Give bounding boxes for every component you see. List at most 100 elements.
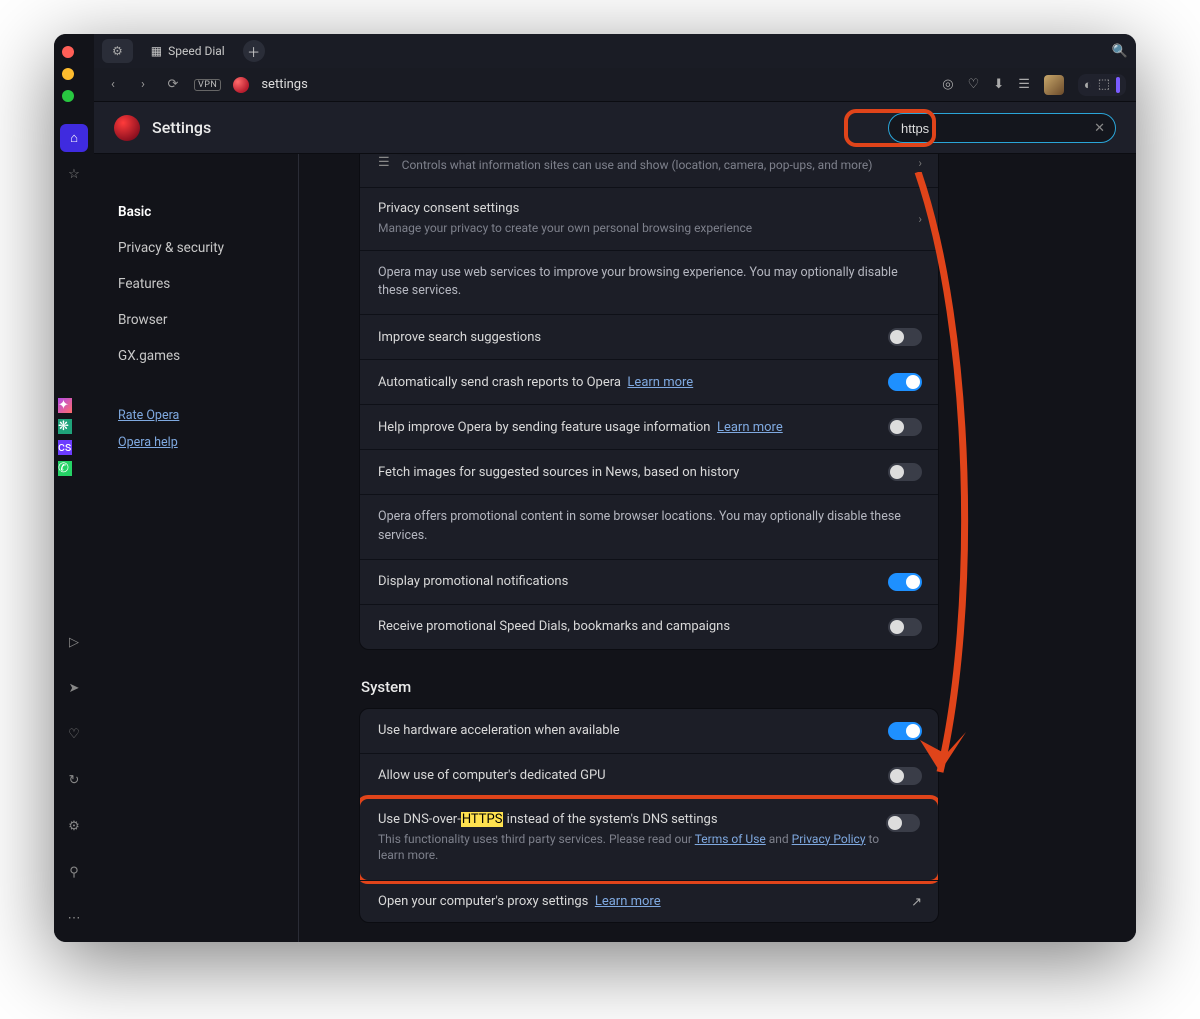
link-rate-opera[interactable]: Rate Opera — [118, 402, 298, 429]
sidebar-app-chatsonic[interactable]: cs — [58, 440, 72, 455]
toggle-promo-speed[interactable] — [888, 618, 922, 636]
tab-speed-dial[interactable]: ▦ Speed Dial — [141, 39, 235, 63]
cube-icon: ⬚ — [1098, 77, 1110, 92]
nav-gxgames[interactable]: GX.games — [118, 338, 298, 374]
clear-search-icon[interactable]: ✕ — [1094, 121, 1105, 136]
settings-nav: Basic Privacy & security Features Browse… — [94, 154, 299, 942]
privacy-policy-link[interactable]: Privacy Policy — [792, 832, 866, 846]
address-text[interactable]: settings — [261, 77, 307, 92]
row-site-settings-sub: Controls what information sites can use … — [402, 157, 873, 174]
snapshot-icon[interactable]: ◎ — [942, 77, 953, 92]
close-window-icon[interactable] — [62, 46, 74, 58]
row-improve-search: Improve search suggestions — [360, 314, 938, 359]
sidebar-app-whatsapp[interactable]: ✆ — [58, 461, 72, 476]
toggle-promo-notif[interactable] — [888, 573, 922, 591]
minimise-window-icon[interactable] — [62, 68, 74, 80]
browser-window: ⌂ ☆ ▷ ➤ ♡ ↻ ⚙ ⚲ ⋯ ⚙ ▦ Speed Dial ＋ 🔍 ‹ › — [54, 34, 1136, 942]
back-icon[interactable]: ‹ — [104, 77, 122, 92]
settings-content[interactable]: 2 results ☰ Controls what information si… — [299, 154, 1136, 942]
fullscreen-window-icon[interactable] — [62, 90, 74, 102]
row-promo-notif: Display promotional notifications — [360, 559, 938, 604]
profile-avatar[interactable] — [1044, 75, 1064, 95]
doh-sub: This functionality uses third party serv… — [378, 831, 886, 865]
fetch-images-label: Fetch images for suggested sources in Ne… — [378, 465, 888, 480]
system-panel: Use hardware acceleration when available… — [359, 708, 939, 924]
sidebar-toggle-icon — [1116, 77, 1120, 93]
gpu-label: Allow use of computer's dedicated GPU — [378, 768, 888, 783]
gear-icon: ⚙ — [112, 44, 123, 58]
sliders-icon: ☰ — [378, 155, 390, 174]
row-help-improve: Help improve Opera by sending feature us… — [360, 404, 938, 449]
row-promo-note: Opera offers promotional content in some… — [360, 494, 938, 559]
tab-settings[interactable]: ⚙ — [102, 39, 133, 63]
chevron-right-icon: › — [918, 212, 922, 226]
page-title: Settings — [152, 118, 211, 137]
privacy-panel: 2 results ☰ Controls what information si… — [359, 154, 939, 650]
more-icon[interactable]: ⋯ — [60, 904, 88, 932]
hint-icon[interactable]: ⚲ — [60, 858, 88, 886]
easy-setup-icon[interactable]: ☰ — [1018, 77, 1030, 92]
terms-of-use-link[interactable]: Terms of Use — [695, 832, 766, 846]
toggle-gpu[interactable] — [888, 767, 922, 785]
far-left-sidebar: ⌂ ☆ ▷ ➤ ♡ ↻ ⚙ ⚲ ⋯ — [54, 34, 94, 942]
services-note-text: Opera may use web services to improve yo… — [378, 264, 920, 302]
extensions-pill[interactable]: ◐ ⬚ — [1078, 74, 1126, 96]
settings-gear-icon[interactable]: ⚙ — [60, 812, 88, 840]
downloads-icon[interactable]: ⬇ — [993, 77, 1004, 92]
proxy-label: Open your computer's proxy settings Lear… — [378, 894, 920, 909]
row-fetch-images: Fetch images for suggested sources in Ne… — [360, 449, 938, 494]
vpn-badge[interactable]: VPN — [194, 79, 221, 91]
pinboard-icon[interactable]: ☆ — [60, 160, 88, 188]
window-traffic-lights[interactable] — [62, 46, 74, 102]
proxy-learn-more-link[interactable]: Learn more — [595, 894, 661, 909]
tab-bar: ⚙ ▦ Speed Dial ＋ 🔍 — [94, 34, 1136, 68]
nav-browser[interactable]: Browser — [118, 302, 298, 338]
promo-note-text: Opera offers promotional content in some… — [378, 508, 920, 546]
toggle-crash-reports[interactable] — [888, 373, 922, 391]
link-opera-help[interactable]: Opera help — [118, 429, 298, 456]
flow-icon[interactable]: ➤ — [60, 674, 88, 702]
sidebar-app-chatgpt[interactable]: ❋ — [58, 419, 72, 434]
opera-icon — [233, 77, 249, 93]
toggle-fetch-images[interactable] — [888, 463, 922, 481]
doh-highlight-text: HTTPS — [461, 812, 504, 827]
nav-features[interactable]: Features — [118, 266, 298, 302]
toggle-hw-accel[interactable] — [888, 722, 922, 740]
sidebar-app-aria[interactable]: ✦ — [58, 398, 72, 413]
row-proxy[interactable]: Open your computer's proxy settings Lear… — [360, 880, 938, 922]
row-promo-speed: Receive promotional Speed Dials, bookmar… — [360, 604, 938, 649]
heart-icon[interactable]: ♡ — [60, 720, 88, 748]
address-bar: ‹ › ⟳ VPN settings ◎ ♡ ⬇ ☰ ◐ ⬚ — [94, 68, 1136, 102]
row-doh: Use DNS-over-HTTPS instead of the system… — [360, 798, 938, 881]
nav-privacy[interactable]: Privacy & security — [118, 230, 298, 266]
row-site-settings[interactable]: ☰ Controls what information sites can us… — [360, 154, 938, 187]
heart-outline-icon[interactable]: ♡ — [968, 77, 980, 92]
reload-icon[interactable]: ⟳ — [164, 77, 182, 92]
forward-icon[interactable]: › — [134, 77, 152, 92]
external-link-icon: ↗ — [911, 895, 922, 910]
improve-search-label: Improve search suggestions — [378, 330, 888, 345]
crash-label: Automatically send crash reports to Oper… — [378, 375, 888, 390]
extension-icon: ◐ — [1084, 77, 1092, 93]
settings-search-input[interactable] — [901, 121, 1094, 136]
history-icon[interactable]: ↻ — [60, 766, 88, 794]
home-icon[interactable]: ⌂ — [60, 124, 88, 152]
opera-logo-icon — [114, 115, 140, 141]
tabs-search-icon[interactable]: 🔍 — [1112, 44, 1128, 59]
row-privacy-consent[interactable]: Privacy consent settings Manage your pri… — [360, 187, 938, 250]
toggle-help-improve[interactable] — [888, 418, 922, 436]
help-improve-learn-more-link[interactable]: Learn more — [717, 420, 783, 435]
row-privacy-consent-sub: Manage your privacy to create your own p… — [378, 220, 898, 237]
chevron-right-icon: › — [918, 156, 922, 170]
player-icon[interactable]: ▷ — [60, 628, 88, 656]
toggle-doh[interactable] — [886, 814, 920, 832]
crash-learn-more-link[interactable]: Learn more — [627, 375, 693, 390]
hw-accel-label: Use hardware acceleration when available — [378, 723, 888, 738]
toggle-improve-search[interactable] — [888, 328, 922, 346]
row-privacy-consent-title: Privacy consent settings — [378, 201, 898, 216]
help-improve-label: Help improve Opera by sending feature us… — [378, 420, 888, 435]
promo-notif-label: Display promotional notifications — [378, 574, 888, 589]
row-hw-accel: Use hardware acceleration when available — [360, 709, 938, 753]
new-tab-button[interactable]: ＋ — [243, 40, 265, 62]
nav-basic[interactable]: Basic — [118, 194, 298, 230]
